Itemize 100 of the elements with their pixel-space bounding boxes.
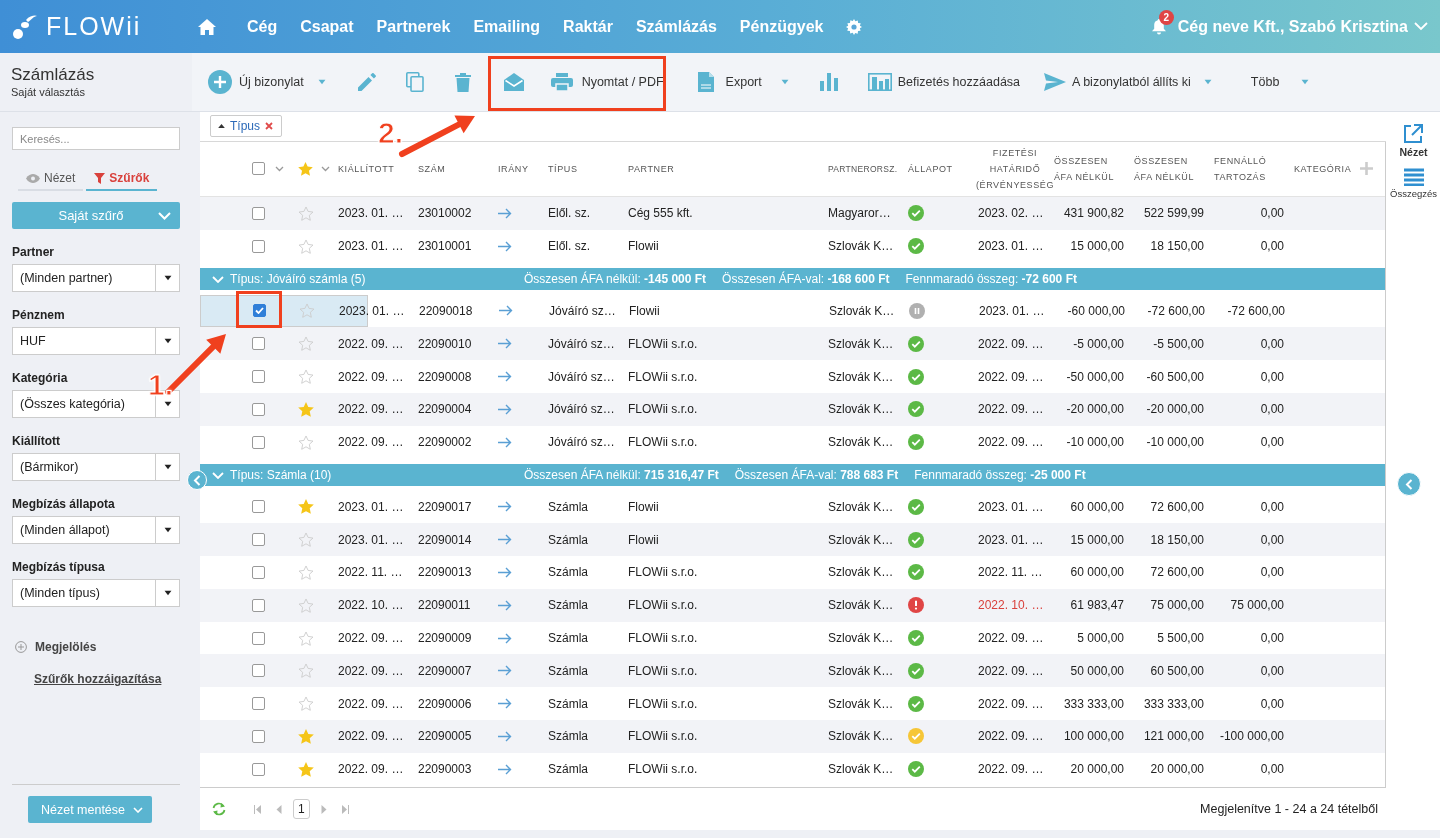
select-field[interactable]: (Minden állapot) <box>12 516 180 544</box>
checkbox[interactable] <box>253 304 266 318</box>
star-icon[interactable] <box>298 238 314 254</box>
checkbox[interactable] <box>252 729 265 743</box>
star-icon[interactable] <box>298 161 313 176</box>
checkbox[interactable] <box>252 762 265 776</box>
arrow-right-icon <box>498 501 512 513</box>
toolbar-button[interactable]: A bizonylatból állíts ki <box>1044 62 1213 102</box>
star-icon[interactable] <box>298 728 314 744</box>
previous-page-icon[interactable] <box>276 804 282 814</box>
column-header[interactable]: FENNÁLLÓ TARTOZÁS <box>1214 152 1284 185</box>
settings-icon[interactable] <box>846 18 863 35</box>
column-header[interactable]: TÍPUS <box>548 160 624 177</box>
arrow-right-icon <box>498 665 512 677</box>
star-icon[interactable] <box>298 369 314 384</box>
search-field[interactable]: Keresés... <box>12 127 180 150</box>
checkbox[interactable] <box>252 206 265 220</box>
next-page-icon[interactable] <box>320 804 327 814</box>
table-cell-text: FLOWii s.r.o. <box>627 598 699 613</box>
checkbox[interactable] <box>252 239 265 253</box>
sidebar-tab[interactable]: Nézet <box>18 169 84 191</box>
star-icon[interactable] <box>298 336 314 352</box>
mark-link[interactable]: Megjelölés <box>35 640 97 654</box>
table-cell-text: 2023. 01. … <box>977 499 1045 514</box>
column-header[interactable]: IRÁNY <box>498 160 544 177</box>
chevron-down-icon[interactable] <box>275 165 284 172</box>
star-icon[interactable] <box>298 597 314 613</box>
home-icon[interactable] <box>198 18 216 35</box>
plus-circle-icon[interactable] <box>15 641 27 653</box>
table-cell-text: 0,00 <box>1259 336 1285 351</box>
table-cell-text: 2022. 09. … <box>977 696 1045 711</box>
column-header[interactable]: KIÁLLÍTOTT <box>338 160 414 177</box>
column-header[interactable]: ÖSSZESEN ÁFA NÉLKÜL <box>1134 152 1204 185</box>
table-cell-text: Szlovák K… <box>827 631 895 646</box>
star-icon[interactable] <box>298 205 314 221</box>
checkbox[interactable] <box>252 533 265 547</box>
select-field[interactable]: HUF <box>12 327 180 355</box>
checkbox[interactable] <box>252 337 265 351</box>
star-icon[interactable] <box>298 663 314 679</box>
checkbox[interactable] <box>252 566 265 579</box>
star-icon[interactable] <box>298 761 314 777</box>
table-cell-text: Szlovák K… <box>827 499 895 514</box>
caret-down-icon <box>162 590 173 596</box>
building-icon <box>867 73 892 91</box>
checkbox[interactable] <box>252 370 265 383</box>
star-icon[interactable] <box>298 499 314 515</box>
star-icon[interactable] <box>299 303 315 319</box>
side-panel-button[interactable]: Összegzés <box>1390 168 1437 199</box>
toolbar-button[interactable]: Export <box>697 62 790 102</box>
checkbox[interactable] <box>252 500 265 514</box>
toolbar-button[interactable]: Befizetés hozzáadása <box>867 62 1021 102</box>
star-icon[interactable] <box>298 696 314 712</box>
star-icon[interactable] <box>298 401 314 417</box>
chevron-down-icon[interactable] <box>321 165 330 172</box>
side-panel-button[interactable]: Nézet <box>1399 124 1428 158</box>
last-page-icon[interactable] <box>340 804 349 814</box>
checkbox[interactable] <box>252 598 265 612</box>
table-cell-text: 333 333,00 <box>1142 696 1205 711</box>
table-cell-text: Szlovák K… <box>827 435 895 450</box>
refresh-icon[interactable] <box>211 802 227 817</box>
table-cell-text: 2022. 09. … <box>977 663 1045 678</box>
column-header[interactable]: PARTNER <box>628 160 824 177</box>
checkbox[interactable] <box>252 631 265 645</box>
column-header[interactable]: PARTNERORSZ. <box>828 160 904 177</box>
select-field[interactable]: (Bármikor) <box>12 453 180 481</box>
toolbar-button[interactable]: Nyomtat / PDF <box>550 62 668 102</box>
filter-chip[interactable]: Típus <box>210 115 282 138</box>
toolbar-button[interactable]: Több <box>1250 62 1311 102</box>
column-header[interactable]: ÁLLAPOT <box>908 160 974 177</box>
arrow-right-icon <box>499 305 513 317</box>
table-cell-text: 522 599,99 <box>1142 206 1205 221</box>
checkbox[interactable] <box>252 664 265 678</box>
checkbox[interactable] <box>252 402 265 416</box>
checkbox[interactable] <box>252 162 265 176</box>
arrow-right-icon <box>498 207 512 219</box>
table-cell-text: 60 500,00 <box>1149 663 1205 678</box>
star-icon[interactable] <box>298 565 314 580</box>
adjust-filters-link[interactable]: Szűrők hozzáigazítása <box>34 672 180 686</box>
checkbox[interactable] <box>252 435 265 449</box>
star-icon[interactable] <box>298 630 314 646</box>
table-cell-text: -50 000,00 <box>1065 369 1125 384</box>
page-number[interactable]: 1 <box>293 799 310 820</box>
column-header[interactable]: ÖSSZESEN ÁFA NÉLKÜL <box>1054 152 1124 185</box>
notification-badge: 2 <box>1158 9 1174 25</box>
select-field[interactable]: (Minden partner) <box>12 264 180 292</box>
first-page-icon[interactable] <box>254 804 262 814</box>
select-field[interactable]: (Minden típus) <box>12 579 180 607</box>
close-icon[interactable] <box>265 122 273 131</box>
checkbox[interactable] <box>252 697 265 711</box>
column-header[interactable]: SZÁM <box>418 160 494 177</box>
star-icon[interactable] <box>298 532 314 548</box>
table-cell-text: 15 000,00 <box>1069 532 1125 547</box>
arrow-right-icon <box>498 730 512 742</box>
column-header[interactable]: KATEGÓRIA <box>1294 160 1360 177</box>
highlight-frame <box>236 291 282 328</box>
sidebar-tab[interactable]: Szűrők <box>86 169 158 191</box>
table-cell-text: 2022. 09. … <box>337 631 405 646</box>
plus-icon[interactable] <box>1360 162 1373 176</box>
toolbar-button[interactable]: Új bizonylat <box>208 62 327 102</box>
star-icon[interactable] <box>298 434 314 450</box>
